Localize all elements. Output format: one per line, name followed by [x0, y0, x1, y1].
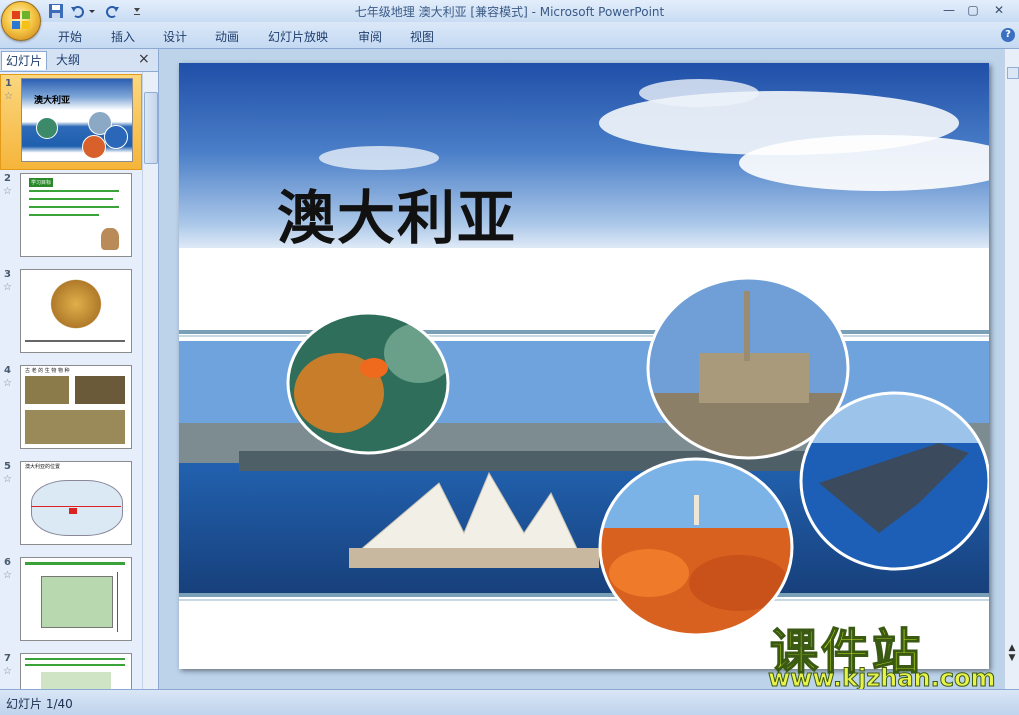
slide-thumbnail-7[interactable]: 7 ☆: [0, 650, 142, 689]
panel-scrollbar[interactable]: [142, 72, 158, 689]
tab-slideshow[interactable]: 幻灯片放映: [268, 28, 328, 45]
slide-number: 6: [4, 557, 11, 568]
slide-title[interactable]: 澳大利亚: [277, 171, 517, 255]
tab-insert[interactable]: 插入: [111, 28, 135, 45]
slide-thumbnail-1[interactable]: 1 ☆ 澳大利亚: [0, 74, 142, 170]
minimize-button[interactable]: —: [938, 2, 960, 18]
status-bar: 幻灯片 1/40: [0, 689, 1019, 715]
slide-counter: 幻灯片 1/40: [6, 697, 73, 711]
slide-thumbnail-2[interactable]: 2 ☆ 学习目标: [0, 170, 142, 266]
slide-number: 5: [4, 461, 11, 472]
slide-thumbnail-4[interactable]: 4 ☆ 古 老 的 生 物 物 种: [0, 362, 142, 458]
tab-review[interactable]: 审阅: [358, 28, 382, 45]
office-button[interactable]: [1, 1, 41, 41]
window-title: 七年级地理 澳大利亚 [兼容模式] - Microsoft PowerPoint: [354, 5, 665, 19]
close-icon[interactable]: ×: [138, 51, 150, 67]
slide-thumbnail-6[interactable]: 6 ☆: [0, 554, 142, 650]
editor-scrollbar[interactable]: ▲ ▼: [1004, 49, 1019, 689]
tab-slides[interactable]: 幻灯片: [1, 51, 48, 70]
transition-star-icon: ☆: [3, 474, 12, 485]
transition-star-icon: ☆: [3, 570, 12, 581]
transition-star-icon: ☆: [3, 378, 12, 389]
slides-panel: 幻灯片 大纲 × 1 ☆ 澳大利亚 2 ☆ 学习目标 3 ☆ 4 ☆ 古 老 的…: [0, 49, 159, 689]
ribbon-tabs: 开始 插入 设计 动画 幻灯片放映 审阅 视图 ?: [0, 22, 1019, 49]
slide-number: 3: [4, 269, 11, 280]
close-button[interactable]: ✕: [988, 2, 1010, 18]
tab-view[interactable]: 视图: [410, 28, 434, 45]
transition-star-icon: ☆: [3, 666, 12, 677]
restore-button[interactable]: ▢: [962, 2, 984, 18]
thumbnail-title: 古 老 的 生 物 物 种: [25, 368, 70, 374]
slide-canvas[interactable]: 澳大利亚: [179, 63, 989, 669]
slide-thumbnail-5[interactable]: 5 ☆ 澳大利亚的位置: [0, 458, 142, 554]
title-bar: 七年级地理 澳大利亚 [兼容模式] - Microsoft PowerPoint…: [0, 0, 1019, 41]
slide-number: 1: [5, 78, 12, 89]
thumbnail-title: 澳大利亚的位置: [25, 464, 61, 470]
help-icon[interactable]: ?: [1001, 28, 1015, 42]
slide-background-image: [179, 63, 989, 637]
scrollbar-thumb[interactable]: [144, 92, 158, 164]
slide-thumbnail-3[interactable]: 3 ☆: [0, 266, 142, 362]
transition-star-icon: ☆: [3, 282, 12, 293]
transition-star-icon: ☆: [4, 91, 13, 102]
slide-number: 4: [4, 365, 11, 376]
watermark-url: www.kjzhan.com: [767, 664, 996, 693]
scroll-up-icon[interactable]: [1007, 67, 1019, 79]
panel-tabs: 幻灯片 大纲 ×: [0, 49, 158, 72]
thumbnail-list: 1 ☆ 澳大利亚 2 ☆ 学习目标 3 ☆ 4 ☆ 古 老 的 生 物 物 种 …: [0, 72, 142, 689]
tab-home[interactable]: 开始: [58, 28, 82, 45]
slide-editor: 澳大利亚: [159, 49, 1019, 689]
thumbnail-title: 澳大利亚: [34, 96, 71, 106]
tab-design[interactable]: 设计: [163, 28, 187, 45]
tab-animations[interactable]: 动画: [215, 28, 239, 45]
tab-outline[interactable]: 大纲: [52, 51, 84, 69]
slide-number: 2: [4, 173, 11, 184]
thumbnail-title: 学习目标: [29, 178, 54, 187]
page-nav-icon[interactable]: ▲ ▼: [1006, 643, 1018, 673]
transition-star-icon: ☆: [3, 186, 12, 197]
office-logo-icon: [12, 11, 30, 29]
slide-number: 7: [4, 653, 11, 664]
